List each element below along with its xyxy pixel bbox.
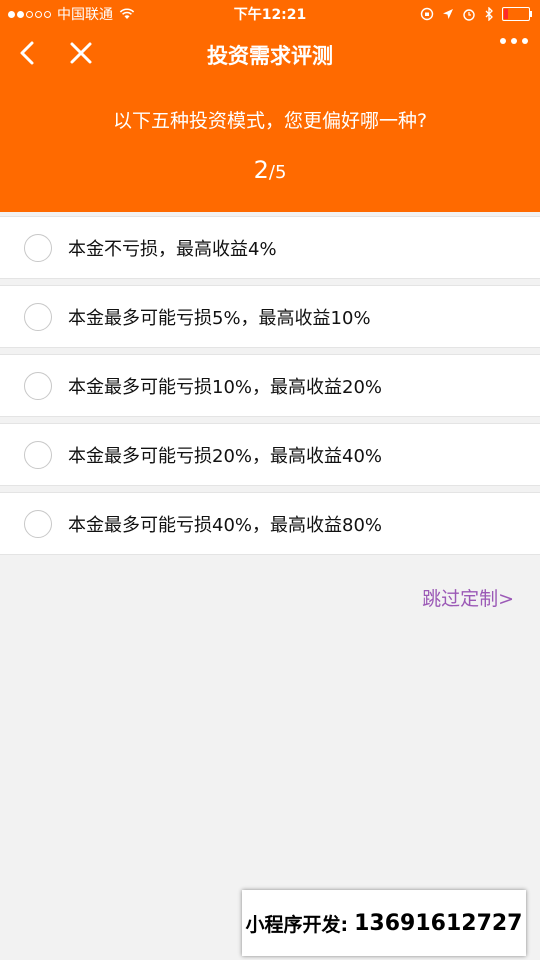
radio-button[interactable]: [24, 440, 52, 469]
battery-icon: [502, 7, 532, 21]
option-item[interactable]: 本金最多可能亏损40%，最高收益80%: [0, 492, 540, 555]
radio-button[interactable]: [24, 509, 52, 538]
progress-total: /5: [268, 162, 287, 183]
ad-label: 小程序开发:: [245, 913, 349, 936]
option-item[interactable]: 本金最多可能亏损10%，最高收益20%: [0, 354, 540, 417]
location-arrow-icon: [443, 9, 453, 19]
radio-button[interactable]: [24, 371, 52, 400]
option-list: 本金不亏损，最高收益4% 本金最多可能亏损5%，最高收益10% 本金最多可能亏损…: [0, 216, 540, 561]
close-icon[interactable]: [64, 36, 98, 70]
option-label: 本金最多可能亏损20%，最高收益40%: [68, 445, 383, 467]
alarm-icon: [463, 9, 475, 21]
bluetooth-icon: [485, 7, 493, 21]
orientation-lock-icon: [420, 7, 434, 21]
status-right: [420, 7, 532, 21]
option-item[interactable]: 本金不亏损，最高收益4%: [0, 216, 540, 279]
more-icon[interactable]: [500, 38, 528, 44]
nav-bar: 投资需求评测: [0, 28, 540, 82]
option-label: 本金最多可能亏损5%，最高收益10%: [68, 307, 371, 329]
option-item[interactable]: 本金最多可能亏损20%，最高收益40%: [0, 423, 540, 486]
skip-link[interactable]: 跳过定制>: [422, 584, 514, 611]
option-label: 本金不亏损，最高收益4%: [68, 238, 277, 260]
option-item[interactable]: 本金最多可能亏损5%，最高收益10%: [0, 285, 540, 348]
ad-phone: 13691612727: [354, 910, 523, 936]
status-bar: 中国联通 下午12:21: [0, 0, 540, 28]
progress-current: 2: [253, 156, 269, 184]
question-progress: 2/5: [0, 156, 540, 184]
question-text: 以下五种投资模式，您更偏好哪一种?: [112, 110, 428, 132]
option-label: 本金最多可能亏损40%，最高收益80%: [68, 514, 383, 536]
option-label: 本金最多可能亏损10%，最高收益20%: [68, 376, 383, 398]
question-header: 以下五种投资模式，您更偏好哪一种? 2/5: [0, 82, 540, 212]
chevron-left-icon[interactable]: [12, 36, 46, 70]
radio-button[interactable]: [24, 233, 52, 262]
ad-banner[interactable]: 小程序开发: 13691612727: [242, 890, 526, 956]
radio-button[interactable]: [24, 302, 52, 331]
